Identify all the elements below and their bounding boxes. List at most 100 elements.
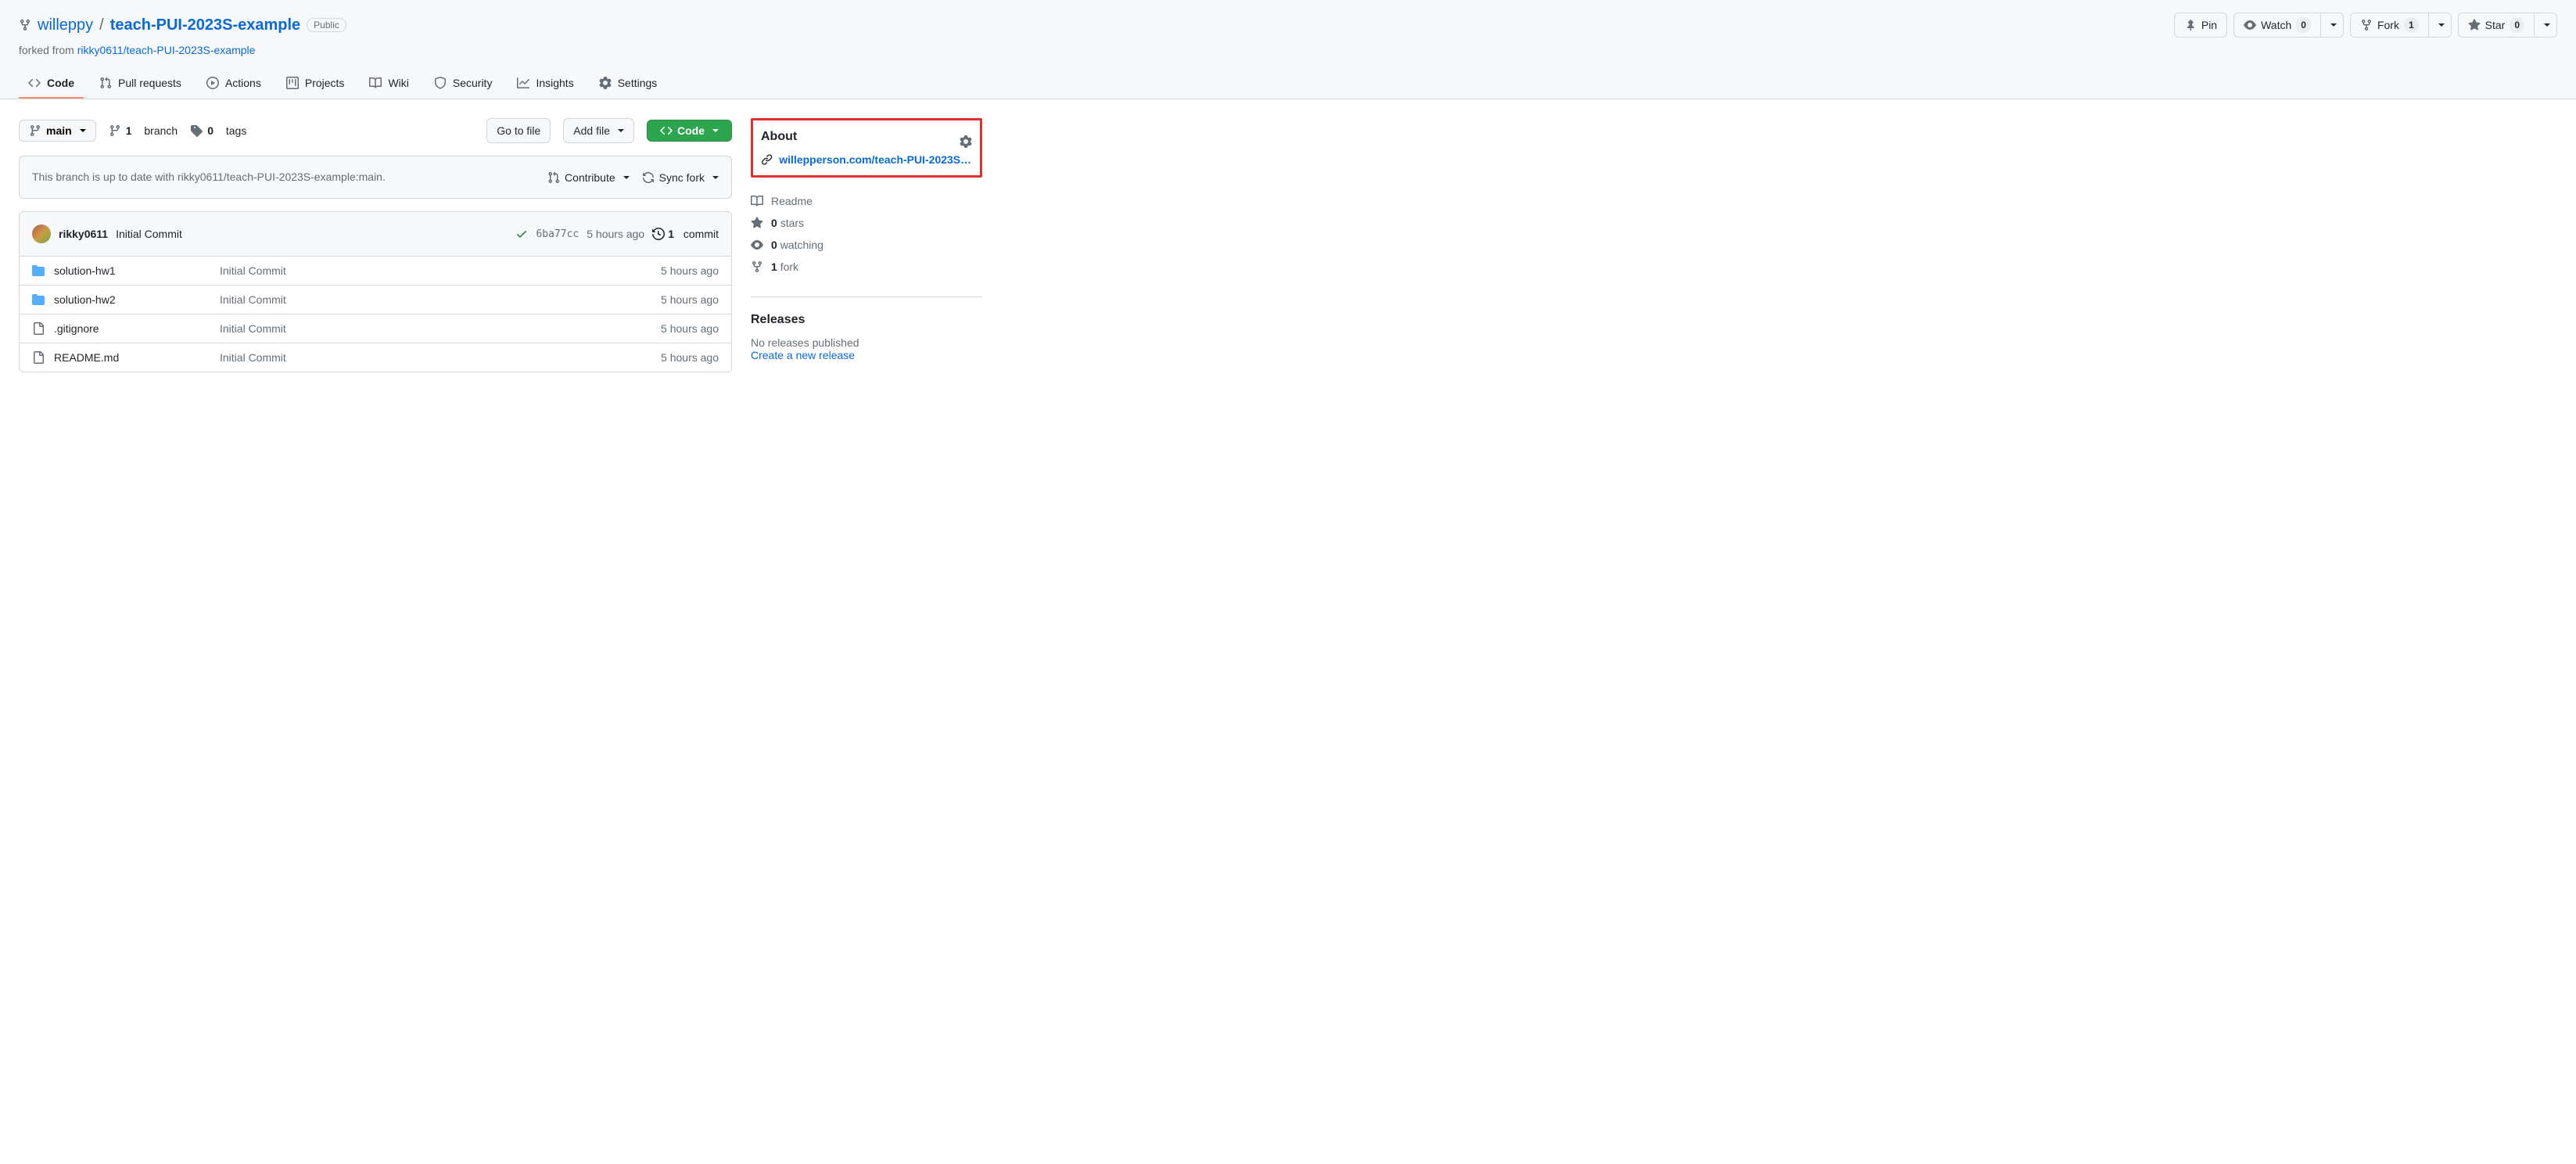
owner-link[interactable]: willeppy	[38, 16, 93, 34]
fork-icon	[19, 19, 31, 31]
table-row: solution-hw2 Initial Commit 5 hours ago	[20, 286, 731, 314]
file-name[interactable]: README.md	[54, 351, 210, 364]
link-icon	[761, 153, 773, 166]
pull-request-icon	[547, 171, 560, 184]
file-icon	[32, 351, 45, 364]
graph-icon	[517, 77, 529, 89]
pull-request-icon	[99, 77, 112, 89]
gear-icon	[599, 77, 612, 89]
branch-status-message: This branch is up to date with rikky0611…	[32, 169, 535, 185]
watch-button[interactable]: Watch 0	[2233, 13, 2321, 38]
tab-settings[interactable]: Settings	[590, 69, 667, 99]
file-commit-msg[interactable]: Initial Commit	[220, 264, 651, 277]
file-commit-time: 5 hours ago	[661, 293, 719, 306]
star-count: 0	[2510, 17, 2524, 33]
commits-link[interactable]: 1 commit	[652, 228, 719, 240]
watch-count: 0	[2296, 17, 2311, 33]
star-menu-button[interactable]	[2534, 13, 2557, 38]
fork-count: 1	[2404, 17, 2419, 33]
tab-projects[interactable]: Projects	[277, 69, 354, 99]
project-icon	[286, 77, 299, 89]
stars-link[interactable]: 0 stars	[751, 212, 982, 234]
fork-icon	[2360, 19, 2373, 31]
folder-icon	[32, 293, 45, 306]
visibility-badge: Public	[307, 18, 346, 32]
watching-link[interactable]: 0 watching	[751, 234, 982, 256]
go-to-file-button[interactable]: Go to file	[486, 118, 551, 143]
forked-from: forked from rikky0611/teach-PUI-2023S-ex…	[19, 44, 2557, 56]
fork-menu-button[interactable]	[2428, 13, 2452, 38]
releases-section: Releases No releases published Create a …	[751, 296, 982, 361]
repo-tabs: Code Pull requests Actions Projects Wiki…	[19, 69, 2557, 99]
eye-icon	[751, 239, 763, 251]
fork-button[interactable]: Fork 1	[2350, 13, 2429, 38]
file-name[interactable]: solution-hw1	[54, 264, 210, 277]
commit-time: 5 hours ago	[587, 228, 644, 240]
commit-message[interactable]: Initial Commit	[116, 228, 182, 240]
star-icon	[751, 217, 763, 229]
repo-title: willeppy / teach-PUI-2023S-example Publi…	[19, 16, 346, 34]
sync-fork-button[interactable]: Sync fork	[642, 171, 719, 184]
shield-icon	[434, 77, 447, 89]
file-commit-msg[interactable]: Initial Commit	[220, 293, 651, 306]
play-icon	[206, 77, 219, 89]
tab-security[interactable]: Security	[425, 69, 502, 99]
tab-code[interactable]: Code	[19, 69, 84, 99]
releases-heading: Releases	[751, 313, 982, 327]
watch-menu-button[interactable]	[2320, 13, 2344, 38]
files-box: rikky0611 Initial Commit 6ba77cc 5 hours…	[19, 211, 732, 372]
eye-icon	[2244, 19, 2256, 31]
book-icon	[751, 195, 763, 207]
releases-none: No releases published	[751, 336, 982, 349]
commit-author[interactable]: rikky0611	[59, 228, 108, 240]
about-heading: About	[761, 130, 797, 144]
forked-from-link[interactable]: rikky0611/teach-PUI-2023S-example	[77, 44, 256, 56]
code-download-button[interactable]: Code	[647, 120, 732, 142]
create-release-link[interactable]: Create a new release	[751, 349, 855, 361]
branch-status-banner: This branch is up to date with rikky0611…	[19, 156, 732, 199]
file-icon	[32, 322, 45, 335]
tab-pull-requests[interactable]: Pull requests	[90, 69, 191, 99]
readme-link[interactable]: Readme	[751, 190, 982, 212]
file-commit-time: 5 hours ago	[661, 351, 719, 364]
table-row: README.md Initial Commit 5 hours ago	[20, 343, 731, 372]
tag-icon	[190, 124, 203, 137]
check-icon[interactable]	[515, 228, 528, 240]
forks-link[interactable]: 1 fork	[751, 256, 982, 278]
code-icon	[28, 77, 41, 89]
file-commit-msg[interactable]: Initial Commit	[220, 322, 651, 335]
file-commit-time: 5 hours ago	[661, 322, 719, 335]
book-icon	[369, 77, 382, 89]
branch-icon	[29, 124, 41, 137]
add-file-button[interactable]: Add file	[563, 118, 634, 143]
star-button[interactable]: Star 0	[2458, 13, 2535, 38]
pin-button[interactable]: Pin	[2174, 13, 2227, 38]
tab-wiki[interactable]: Wiki	[360, 69, 418, 99]
about-section: About willepperson.com/teach-PUI-2023S-e…	[751, 118, 982, 178]
commit-sha[interactable]: 6ba77cc	[536, 228, 579, 240]
star-icon	[2468, 19, 2481, 31]
table-row: .gitignore Initial Commit 5 hours ago	[20, 314, 731, 343]
branch-icon	[109, 124, 121, 137]
file-name[interactable]: .gitignore	[54, 322, 210, 335]
sync-icon	[642, 171, 655, 184]
tags-link[interactable]: 0 tags	[190, 124, 246, 137]
branch-select-button[interactable]: main	[19, 120, 96, 142]
file-commit-time: 5 hours ago	[661, 264, 719, 277]
fork-icon	[751, 260, 763, 273]
latest-commit-row: rikky0611 Initial Commit 6ba77cc 5 hours…	[20, 212, 731, 257]
table-row: solution-hw1 Initial Commit 5 hours ago	[20, 257, 731, 286]
folder-icon	[32, 264, 45, 277]
history-icon	[652, 228, 665, 240]
gear-icon[interactable]	[960, 135, 972, 148]
tab-insights[interactable]: Insights	[508, 69, 583, 99]
avatar[interactable]	[32, 225, 51, 243]
branches-link[interactable]: 1 branch	[109, 124, 178, 137]
tab-actions[interactable]: Actions	[197, 69, 271, 99]
repo-link[interactable]: teach-PUI-2023S-example	[110, 16, 300, 34]
file-commit-msg[interactable]: Initial Commit	[220, 351, 651, 364]
code-icon	[660, 124, 673, 137]
contribute-button[interactable]: Contribute	[547, 171, 630, 184]
file-name[interactable]: solution-hw2	[54, 293, 210, 306]
about-website-link[interactable]: willepperson.com/teach-PUI-2023S-e…	[779, 153, 972, 166]
